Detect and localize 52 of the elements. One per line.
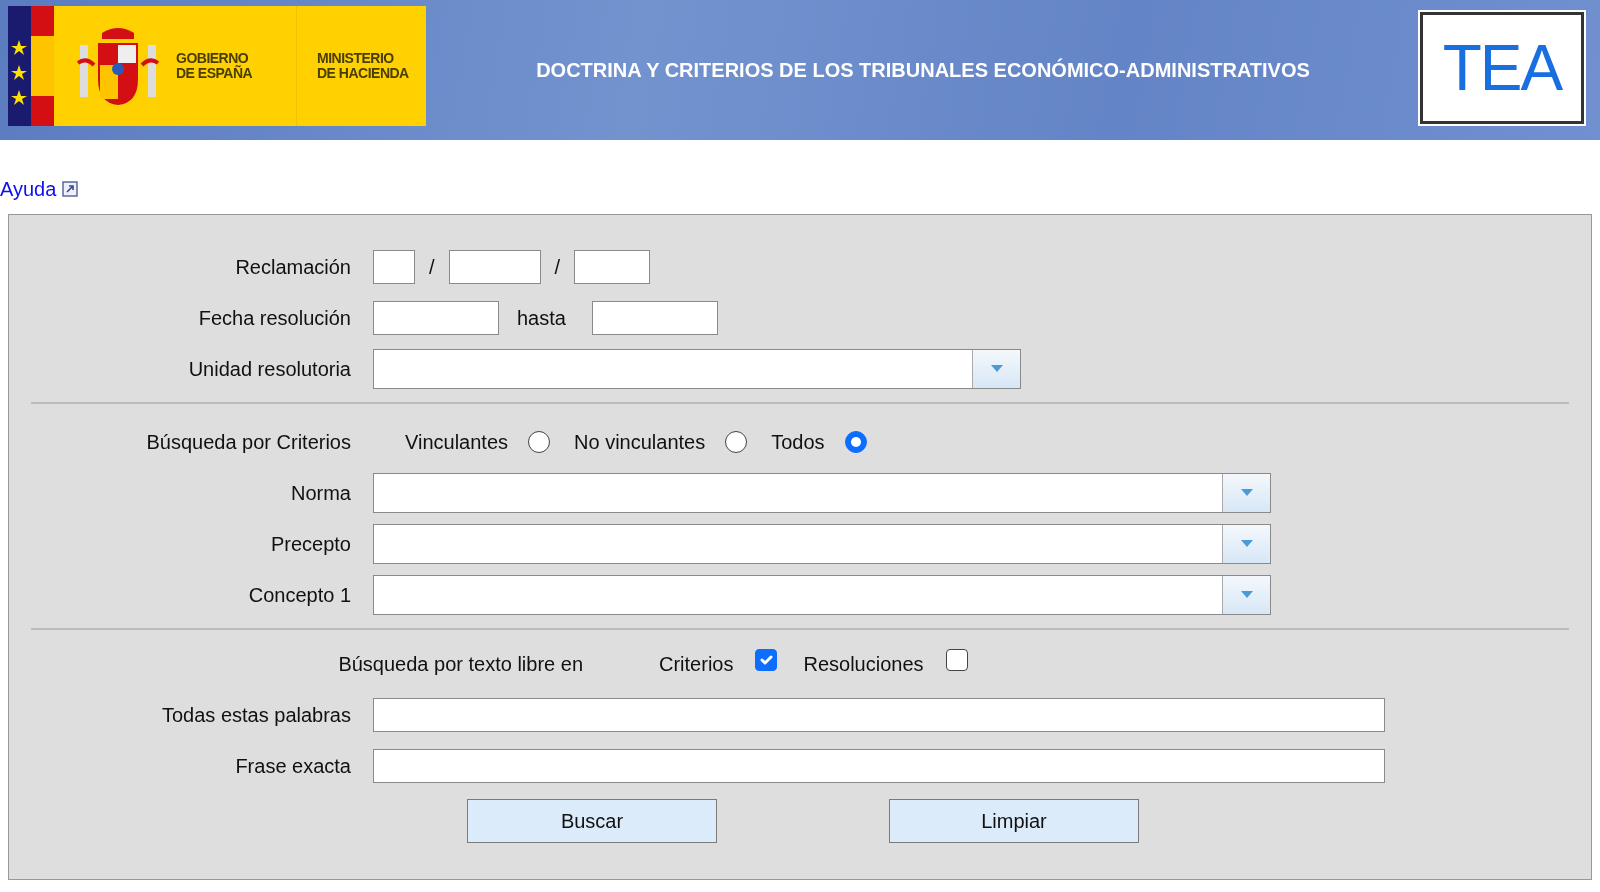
field-label: Norma: [290, 480, 352, 506]
field-label: Búsqueda por texto libre en: [337, 651, 583, 677]
dropdown-field[interactable]: [373, 472, 1271, 513]
separator-slash: /: [429, 254, 435, 280]
field-label: Frase exacta: [234, 753, 352, 779]
checkbox[interactable]: [755, 648, 778, 671]
radio-button[interactable]: [528, 430, 551, 453]
dropdown-field[interactable]: [373, 348, 1021, 389]
form-button[interactable]: Limpiar: [889, 799, 1139, 843]
government-name-line: GOBIERNO: [176, 50, 249, 66]
external-link-icon: [62, 181, 79, 197]
checkbox-label: Criterios: [659, 651, 734, 677]
checkbox-label: Resoluciones: [803, 651, 924, 677]
ministry-name-line: DE HACIENDA: [317, 66, 410, 82]
government-name-line: DE ESPAÑA: [176, 66, 254, 82]
help-link[interactable]: Ayuda: [0, 174, 79, 204]
input-field[interactable]: [448, 249, 541, 284]
page-title: DOCTRINA Y CRITERIOS DE LOS TRIBUNALES ECONÓMICO-ADMINISTRATIVOS: [535, 57, 1311, 83]
dropdown-field[interactable]: [373, 574, 1271, 615]
tea-logo: TEA: [1420, 12, 1584, 124]
caret-icon: [1240, 540, 1253, 547]
field-label: Reclamación: [234, 254, 352, 280]
radio-button[interactable]: [725, 430, 748, 453]
field-label: Precepto: [269, 531, 352, 557]
text-input-field[interactable]: [373, 748, 1385, 783]
text-input-field[interactable]: [373, 697, 1385, 732]
checkbox[interactable]: [945, 648, 968, 671]
ministry-name-line: MINISTERIO: [317, 50, 395, 66]
field-label: Todas estas palabras: [161, 702, 352, 728]
separator-slash: /: [554, 254, 561, 280]
input-field[interactable]: [574, 249, 651, 284]
form-button[interactable]: Buscar: [467, 799, 717, 843]
field-label: Concepto 1: [247, 582, 352, 608]
dropdown-toggle-button[interactable]: [1222, 524, 1270, 563]
field-label: Búsqueda por Criterios: [145, 429, 352, 455]
radio-label: No vinculantes: [574, 429, 706, 455]
caret-icon: [1240, 591, 1253, 598]
field-label: Unidad resolutoria: [187, 356, 352, 382]
date-from-field[interactable]: [373, 300, 499, 335]
radio-label: Todos: [771, 429, 825, 455]
field-label: Fecha resolución: [197, 305, 352, 331]
dropdown-toggle-button[interactable]: [1222, 473, 1270, 512]
input-field[interactable]: [373, 249, 415, 284]
caret-icon: [990, 365, 1003, 372]
dropdown-field[interactable]: [373, 523, 1271, 564]
radio-button[interactable]: [844, 430, 867, 453]
dropdown-toggle-button[interactable]: [1222, 575, 1270, 614]
dropdown-toggle-button[interactable]: [972, 349, 1020, 388]
radio-label: Vinculantes: [405, 429, 509, 455]
date-to-field[interactable]: [591, 300, 718, 335]
range-label: hasta: [517, 305, 566, 331]
caret-icon: [1240, 489, 1253, 496]
